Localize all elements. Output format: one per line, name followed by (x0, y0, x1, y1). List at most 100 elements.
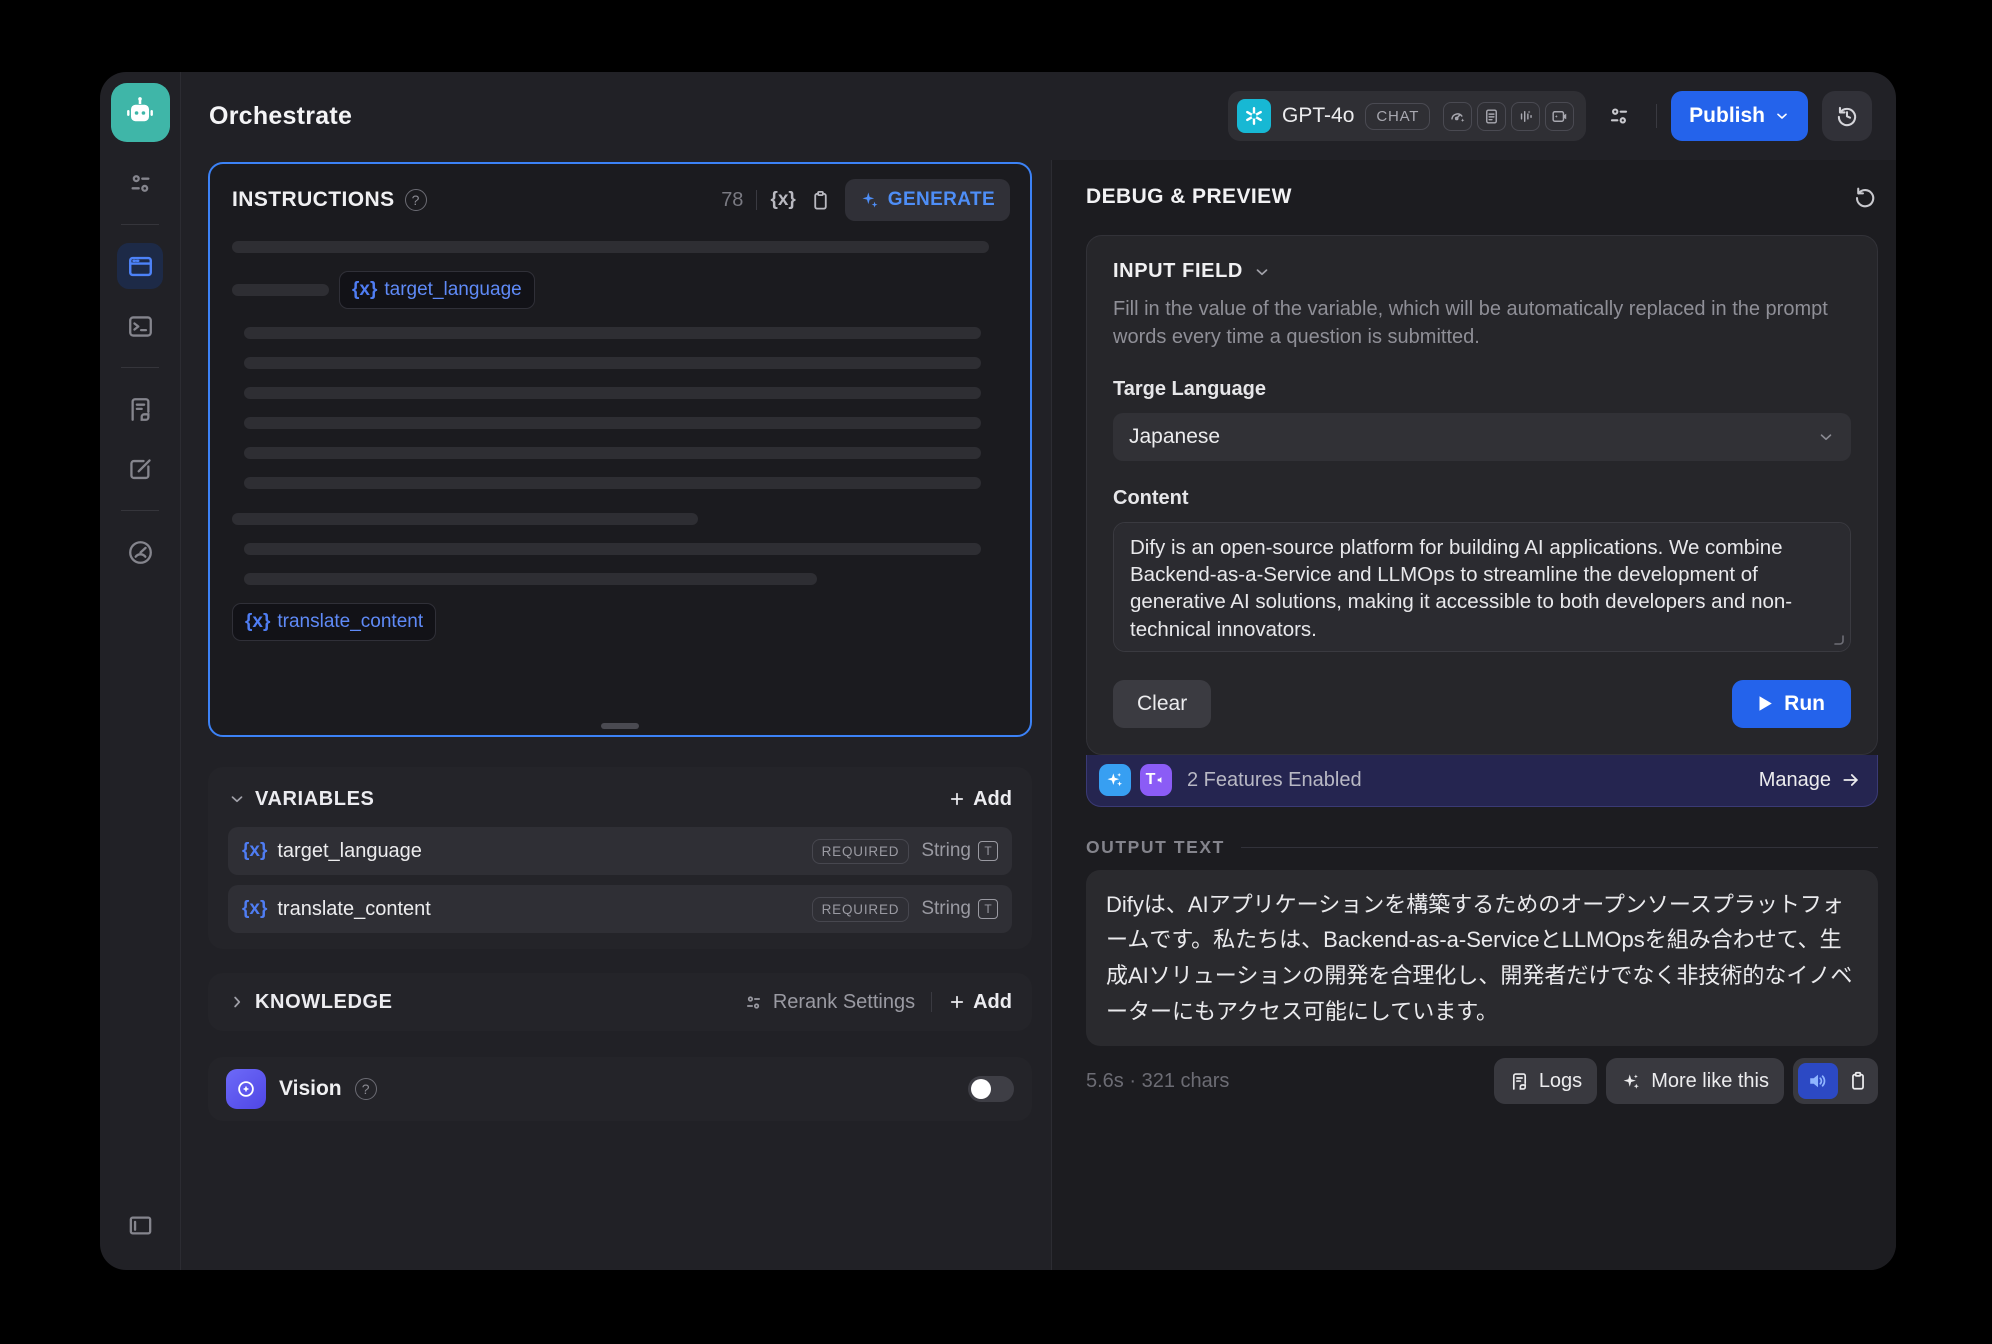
skeleton-bar (232, 513, 698, 525)
target-language-select[interactable]: Japanese (1113, 413, 1851, 461)
variable-type: String T (921, 898, 998, 920)
restart-icon[interactable] (1852, 184, 1877, 209)
document-badge-icon (1477, 102, 1506, 131)
variable-icon: {x} (352, 279, 377, 301)
knowledge-section: KNOWLEDGE Rerank Settings (208, 973, 1032, 1031)
chevron-down-icon (1253, 263, 1271, 281)
sidebar-item-app-preview[interactable] (117, 243, 163, 289)
logs-icon (1509, 1071, 1530, 1092)
speaker-button[interactable] (1798, 1063, 1838, 1099)
sidebar (100, 72, 181, 1270)
variables-section: VARIABLES Add {x} target_language REQU (208, 767, 1032, 949)
openai-logo-icon (1237, 99, 1271, 133)
history-button[interactable] (1822, 91, 1872, 141)
skeleton-bar (244, 573, 817, 585)
skeleton-bar (244, 477, 981, 489)
more-like-this-button[interactable]: More like this (1606, 1058, 1784, 1104)
skeleton-row (232, 241, 1008, 253)
input-field-header[interactable]: INPUT FIELD (1113, 260, 1851, 283)
model-parameters-icon[interactable] (1596, 93, 1642, 139)
add-variable-button[interactable]: Add (948, 788, 1012, 811)
debug-preview-title: DEBUG & PREVIEW (1086, 185, 1292, 209)
vision-icon (226, 1069, 266, 1109)
model-selector[interactable]: GPT-4o CHAT (1228, 91, 1586, 141)
required-badge: REQUIRED (812, 839, 910, 864)
required-badge: REQUIRED (812, 897, 910, 922)
sidebar-item-monitoring[interactable] (117, 529, 163, 575)
run-button[interactable]: Run (1732, 680, 1851, 728)
rerank-settings-button[interactable]: Rerank Settings (743, 991, 915, 1014)
model-name: GPT-4o (1282, 104, 1354, 128)
resize-corner-icon[interactable] (1831, 632, 1845, 646)
target-language-label: Targe Language (1113, 378, 1851, 401)
output-text: Difyは、AIアプリケーションを構築するためのオープンソースプラットフォームで… (1086, 870, 1878, 1047)
text-to-speech-feature-icon: T (1140, 764, 1172, 796)
variable-tag-translate_content[interactable]: {x}translate_content (232, 603, 436, 641)
generate-button[interactable]: GENERATE (845, 179, 1010, 221)
copy-icon[interactable] (809, 189, 832, 212)
skeleton-bar (244, 327, 981, 339)
generate-feature-icon (1099, 764, 1131, 796)
sidebar-divider (121, 224, 159, 225)
variable-icon: {x} (242, 898, 267, 920)
content-label: Content (1113, 487, 1851, 510)
add-knowledge-button[interactable]: Add (948, 991, 1012, 1014)
chevron-down-icon (1774, 108, 1790, 124)
char-count: 78 (721, 189, 743, 212)
skeleton-row (232, 513, 1008, 525)
publish-button[interactable]: Publish (1671, 91, 1808, 141)
sidebar-item-api-terminal[interactable] (117, 303, 163, 349)
sidebar-item-logs[interactable] (117, 386, 163, 432)
instructions-skeleton: {x} target_language {x}translate_content (210, 231, 1030, 641)
logs-button[interactable]: Logs (1494, 1058, 1597, 1104)
skeleton-bar (232, 284, 329, 296)
page-title: Orchestrate (209, 102, 352, 131)
content-input[interactable]: Dify is an open-source platform for buil… (1113, 522, 1851, 652)
orchestrate-settings-icon[interactable] (117, 160, 163, 206)
play-icon (1758, 695, 1773, 712)
divider (756, 190, 757, 210)
variable-tag-target_language[interactable]: {x} target_language (339, 271, 535, 309)
help-icon[interactable]: ? (355, 1078, 377, 1100)
output-stats: 5.6s · 321 chars (1086, 1070, 1229, 1093)
features-enabled-bar[interactable]: T 2 Features Enabled Manage (1086, 755, 1878, 807)
skeleton-bar (244, 357, 981, 369)
help-icon[interactable]: ? (405, 189, 427, 211)
variable-tag-label: target_language (384, 279, 521, 301)
insert-variable-icon[interactable]: {x} (770, 189, 795, 211)
variable-row-target-language[interactable]: {x} target_language REQUIRED String T (228, 827, 1012, 875)
clear-button[interactable]: Clear (1113, 680, 1211, 728)
skeleton-row (232, 447, 1008, 459)
speaker-icon (1807, 1070, 1829, 1092)
skeleton-row (232, 573, 1008, 585)
app-logo-robot-icon[interactable] (111, 83, 170, 142)
history-icon (1834, 103, 1860, 129)
skeleton-bar (232, 241, 989, 253)
plus-icon (948, 993, 966, 1011)
model-capability-badges (1443, 102, 1574, 131)
app-window: Orchestrate GPT-4o CHAT (100, 72, 1896, 1270)
skeleton-bar (244, 447, 981, 459)
copy-output-icon[interactable] (1847, 1070, 1869, 1092)
chevron-down-icon (1817, 428, 1835, 446)
collapse-sidebar-icon[interactable] (117, 1202, 163, 1248)
instructions-editor[interactable]: INSTRUCTIONS ? 78 {x} (208, 162, 1032, 737)
manage-features-link[interactable]: Manage (1759, 769, 1861, 792)
gauge-sparkle-badge-icon (1443, 102, 1472, 131)
instructions-title: INSTRUCTIONS (232, 188, 395, 212)
topbar: Orchestrate GPT-4o CHAT (181, 72, 1896, 160)
debug-preview-panel: DEBUG & PREVIEW INPUT FIELD (1051, 160, 1896, 1270)
resize-drag-handle[interactable] (601, 723, 639, 729)
skeleton-bar (244, 417, 981, 429)
sidebar-item-annotations[interactable] (117, 446, 163, 492)
variable-icon: {x} (245, 611, 270, 633)
arrow-right-icon (1841, 770, 1861, 790)
string-type-icon: T (978, 841, 998, 861)
vision-section: Vision ? (208, 1057, 1032, 1121)
vision-toggle[interactable] (968, 1076, 1014, 1102)
skeleton-row (232, 417, 1008, 429)
variable-row-translate-content[interactable]: {x} translate_content REQUIRED String T (228, 885, 1012, 933)
chevron-down-icon[interactable] (228, 790, 246, 808)
chevron-right-icon[interactable] (228, 993, 246, 1011)
sidebar-divider (121, 367, 159, 368)
